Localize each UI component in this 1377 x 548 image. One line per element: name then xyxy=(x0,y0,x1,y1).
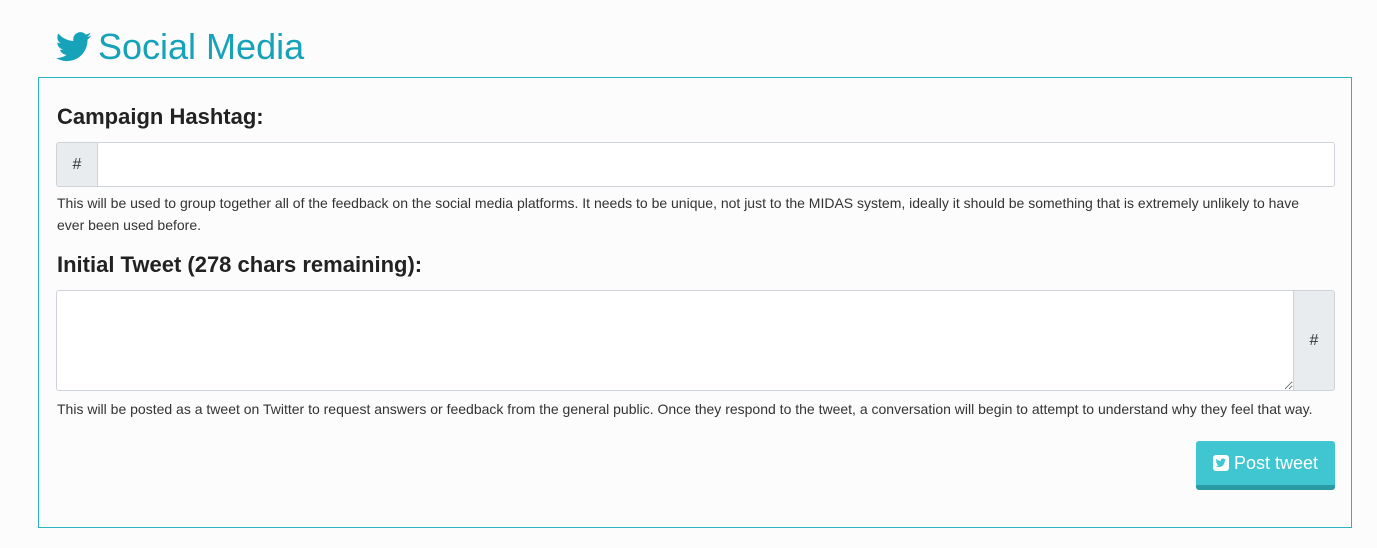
hash-prefix-addon: # xyxy=(57,143,98,186)
initial-tweet-group: # xyxy=(56,290,1335,391)
section-header: Social Media xyxy=(55,24,305,70)
twitter-square-icon xyxy=(1212,455,1229,471)
hash-suffix-addon[interactable]: # xyxy=(1293,291,1334,390)
social-media-panel: Campaign Hashtag: # This will be used to… xyxy=(38,77,1352,528)
initial-tweet-help: This will be posted as a tweet on Twitte… xyxy=(57,401,1313,417)
campaign-hashtag-input[interactable] xyxy=(98,143,1334,186)
page-title: Social Media xyxy=(98,26,305,67)
campaign-hashtag-group: # xyxy=(56,142,1335,187)
post-tweet-button[interactable]: Post tweet xyxy=(1196,441,1335,490)
campaign-hashtag-help: This will be used to group together all … xyxy=(57,195,1300,233)
initial-tweet-label: Initial Tweet (278 chars remaining): xyxy=(57,252,423,277)
campaign-hashtag-label: Campaign Hashtag: xyxy=(57,104,264,129)
post-tweet-label: Post tweet xyxy=(1233,452,1319,473)
social-media-page: Social Media Campaign Hashtag: # This wi… xyxy=(0,0,1377,548)
twitter-bird-icon xyxy=(55,32,92,62)
initial-tweet-textarea[interactable] xyxy=(57,291,1293,390)
